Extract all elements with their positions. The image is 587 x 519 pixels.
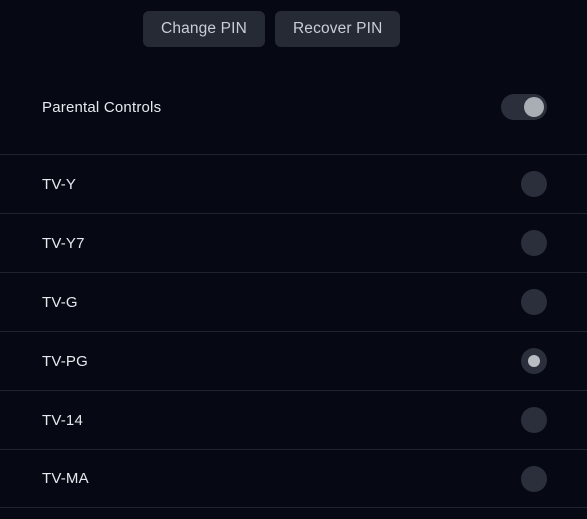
- rating-label: TV-MA: [42, 470, 89, 487]
- rating-radio-tv-g[interactable]: [521, 289, 547, 315]
- rating-row-tv-g[interactable]: TV-G: [0, 272, 587, 331]
- rating-row-tv-pg[interactable]: TV-PG: [0, 331, 587, 390]
- toggle-knob: [524, 97, 544, 117]
- rating-row-tv-14[interactable]: TV-14: [0, 390, 587, 449]
- rating-row-tv-ma[interactable]: TV-MA: [0, 449, 587, 508]
- change-pin-button[interactable]: Change PIN: [143, 11, 265, 47]
- rating-row-tv-y[interactable]: TV-Y: [0, 154, 587, 213]
- parental-controls-settings-screen: Change PIN Recover PIN Parental Controls…: [0, 0, 587, 519]
- rating-radio-tv-pg[interactable]: [521, 348, 547, 374]
- rating-row-tv-y7[interactable]: TV-Y7: [0, 213, 587, 272]
- rating-radio-tv-ma[interactable]: [521, 465, 547, 492]
- recover-pin-button[interactable]: Recover PIN: [274, 11, 401, 47]
- rating-radio-tv-14[interactable]: [521, 407, 547, 433]
- rating-label: TV-G: [42, 293, 78, 311]
- rating-radio-tv-y7[interactable]: [521, 230, 547, 256]
- parental-controls-row[interactable]: Parental Controls: [0, 60, 587, 154]
- rating-label: TV-Y7: [42, 234, 85, 252]
- rating-list: TV-Y TV-Y7 TV-G TV-PG TV-14 TV-MA: [0, 154, 587, 508]
- rating-label: TV-PG: [42, 352, 89, 370]
- parental-controls-label: Parental Controls: [42, 98, 162, 116]
- rating-label: TV-14: [42, 411, 84, 429]
- pin-action-bar: Change PIN Recover PIN: [143, 11, 401, 47]
- parental-controls-toggle[interactable]: [501, 94, 547, 120]
- rating-label: TV-Y: [42, 175, 77, 193]
- rating-radio-tv-y[interactable]: [521, 171, 547, 197]
